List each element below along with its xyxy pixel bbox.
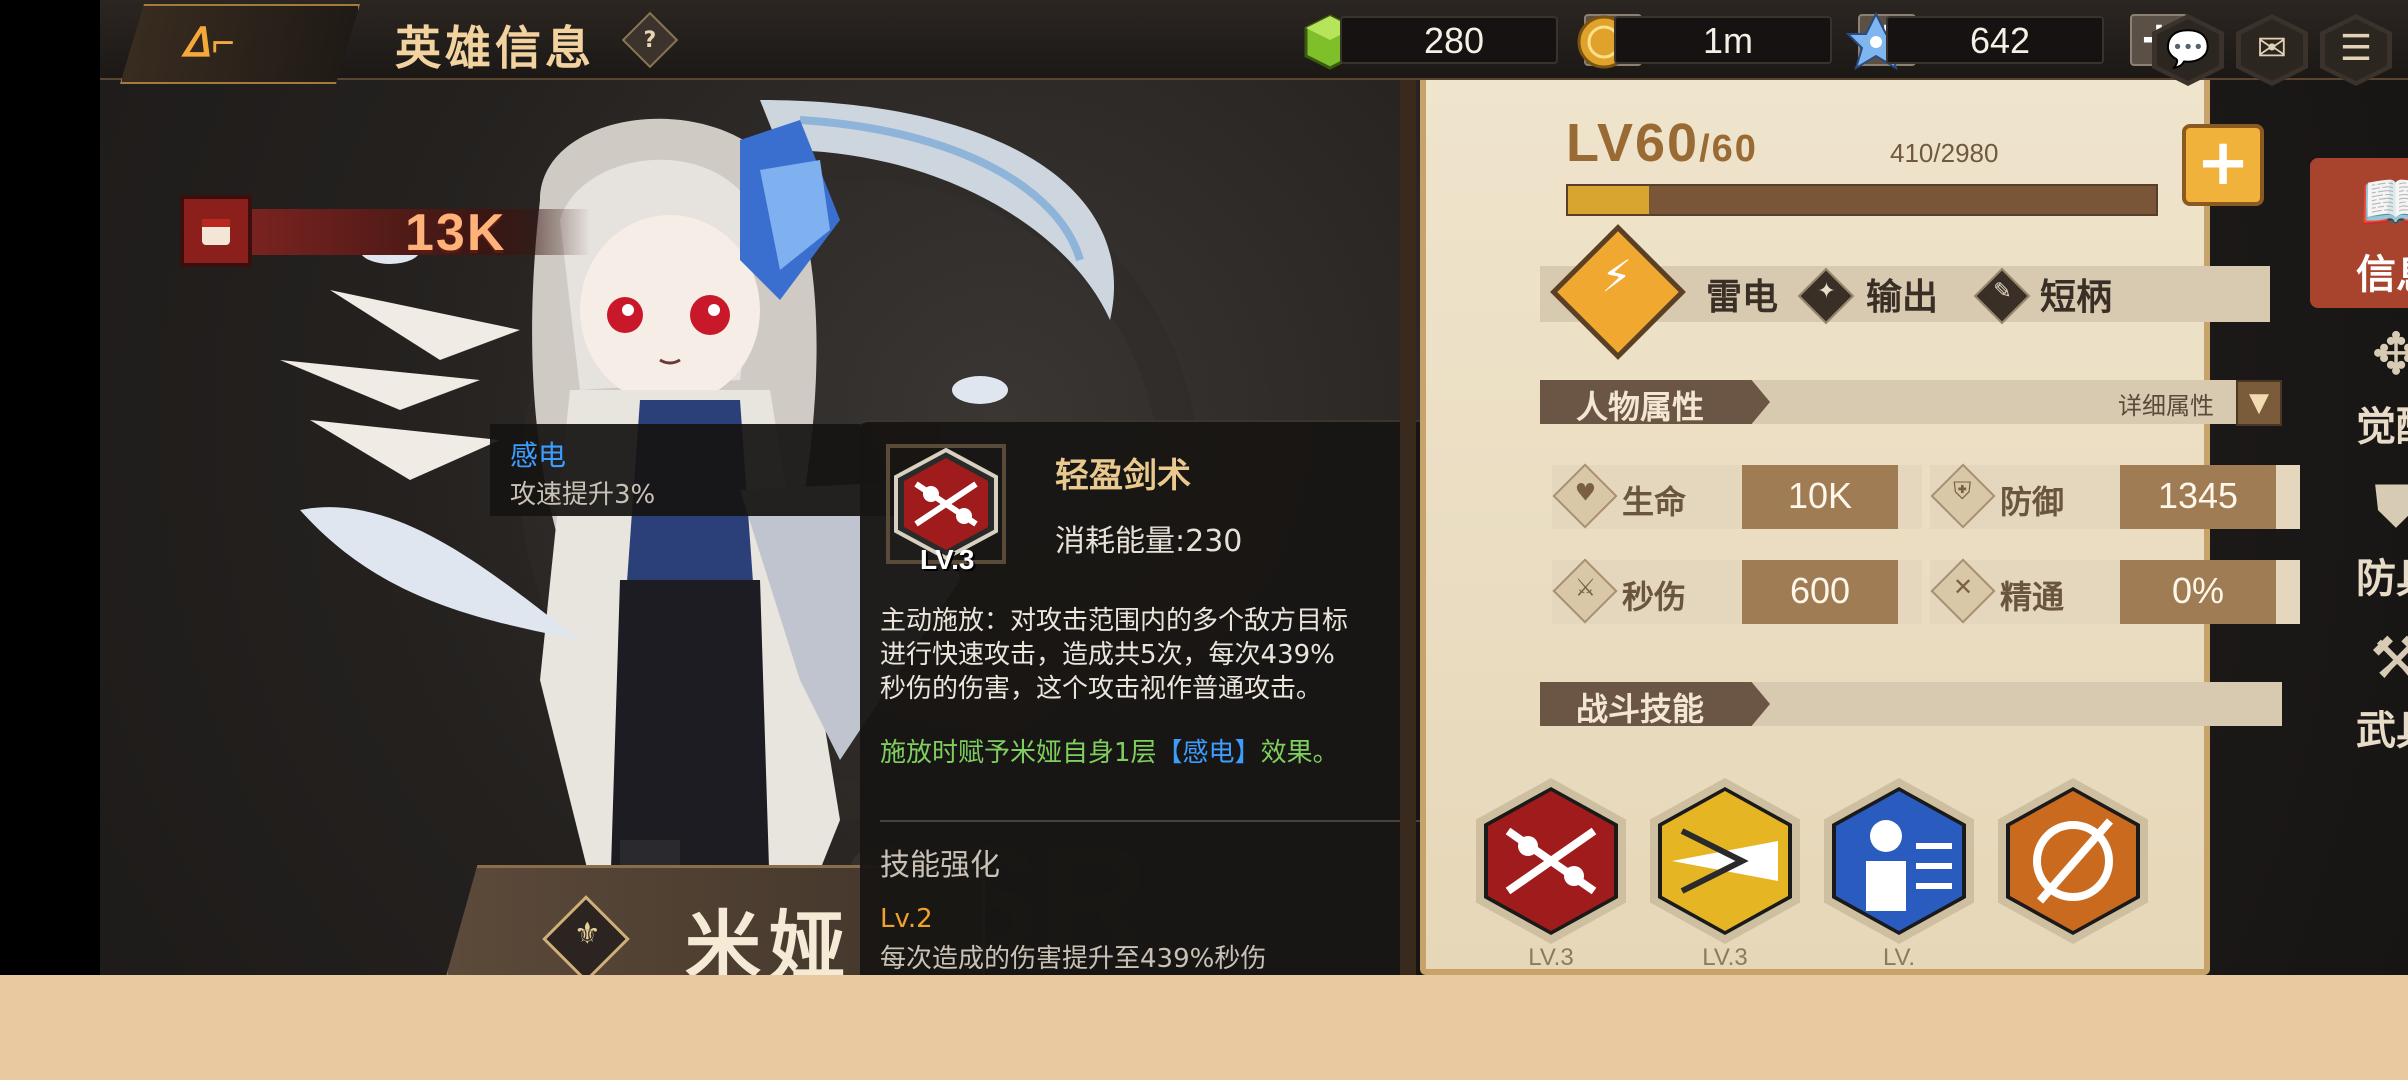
tag-weapon: 短柄 — [2040, 277, 2113, 318]
stat-mastery: ✕ 精通 0% — [1930, 558, 2300, 624]
exp-bar-fill — [1568, 186, 1649, 214]
detail-attributes-link[interactable]: 详细属性 — [2118, 386, 2214, 421]
combat-power-value: 13K — [405, 204, 507, 262]
stat-hp-value-box: 10K — [1742, 465, 1898, 529]
currency-gold-value: 1m — [1702, 20, 1753, 61]
buff-name: 感电 — [510, 439, 567, 472]
skill-slot-3[interactable]: LV. — [1824, 778, 1974, 971]
skill-extra-text: 施放时赋予米娅自身1层 — [880, 738, 1157, 768]
help-icon[interactable]: ? — [621, 11, 679, 69]
stat-mastery-value-box: 0% — [2120, 560, 2276, 624]
skill-description: 主动施放：对攻击范围内的多个敌方目标进行快速攻击，造成共5次，每次439%秒伤的… — [880, 606, 1349, 704]
skill-enhancement-title: 技能强化 — [880, 848, 1000, 883]
attributes-title: 人物属性 — [1576, 388, 1705, 426]
currency-crystal-value: 642 — [1969, 20, 2031, 61]
skills-title: 战斗技能 — [1576, 690, 1705, 728]
chat-icon: 💬 — [2165, 29, 2211, 70]
hero-level-max: /60 — [1699, 128, 1758, 170]
skill-extra-effect: 施放时赋予米娅自身1层【感电】效果。 — [880, 736, 1360, 770]
skill-slot-3-level: LV. — [1882, 944, 1916, 971]
stat-hp-label: 生命 — [1622, 483, 1687, 521]
tab-armor-label: 防具 — [2356, 556, 2408, 602]
stat-dps-value: 600 — [1789, 570, 1851, 611]
tag-role: 输出 — [1866, 277, 1939, 318]
awaken-icon: ✥ — [2371, 320, 2408, 388]
skill-name: 轻盈剑术 — [1055, 456, 1191, 496]
exp-bar — [1566, 184, 2158, 216]
stat-mastery-value: 0% — [2171, 570, 2225, 611]
stat-hp-value: 10K — [1787, 475, 1853, 516]
top-bar: ᐃ⌐ 英雄信息 ? 280 + 1m + 642 + 💬 — [100, 0, 2408, 86]
menu-button[interactable]: ☰ — [2320, 14, 2392, 86]
tab-weapon-label: 武具 — [2356, 708, 2408, 754]
skill-slot-4[interactable] — [1998, 778, 2148, 948]
book-icon: 📖 — [2359, 168, 2408, 236]
stat-dps-label: 秒伤 — [1622, 578, 1687, 616]
stat-defense: ⛨ 防御 1345 — [1930, 463, 2300, 529]
stat-hp: ♥ 生命 10K — [1552, 463, 1922, 529]
hero-name: 米娅 — [685, 902, 853, 975]
skill-tooltip: LV.3 轻盈剑术 消耗能量:230 主动施放：对攻击范围内的多个敌方目标进行快… — [860, 420, 1475, 975]
stat-defense-value: 1345 — [2157, 475, 2239, 516]
mail-button[interactable]: ✉ — [2236, 14, 2308, 86]
exp-text: 410/2980 — [1890, 138, 1999, 168]
buff-description: 攻速提升3% — [510, 480, 656, 510]
game-screen: SSR — [0, 0, 2408, 1080]
skill-extra-text-end: 效果。 — [1260, 738, 1339, 768]
tab-awaken-label: 觉醒 — [2356, 404, 2408, 450]
skill-enhancement-description: 每次造成的伤害提升至439%秒伤 — [880, 944, 1267, 974]
currency-crystal: 642 + — [1846, 12, 2196, 71]
skill-level: LV.3 — [920, 544, 975, 575]
tag-element: 雷电 — [1706, 277, 1779, 318]
weapon-icon: ⚒ — [2370, 624, 2408, 692]
stat-defense-label: 防御 — [2000, 483, 2065, 521]
game-logo-icon: ᐃ⌐ — [182, 21, 237, 65]
page-title: 英雄信息 — [395, 21, 595, 75]
stat-dps: ⚔ 秒伤 600 — [1552, 558, 1922, 624]
fist-icon — [180, 195, 252, 267]
skill-energy-cost: 消耗能量:230 — [1055, 524, 1243, 559]
hero-level: LV60/60 — [1566, 112, 1758, 174]
dash-figure-icon — [1836, 791, 1962, 931]
skill-slot-1-level: LV.3 — [1528, 944, 1574, 971]
mail-icon: ✉ — [2256, 28, 2288, 69]
help-icon-glyph: ? — [643, 27, 657, 53]
skill-divider — [880, 820, 1440, 822]
combat-power-badge: 13K — [180, 195, 600, 275]
skill-slot-2-level: LV.3 — [1702, 944, 1748, 971]
skill-enhancement-level: Lv.2 — [880, 904, 933, 934]
skill-slot-1[interactable]: LV.3 — [1476, 778, 1626, 971]
stat-dps-value-box: 600 — [1742, 560, 1898, 624]
tab-weapon[interactable]: ⚒ 武具 — [2310, 614, 2408, 764]
tab-info-label: 信息 — [2356, 252, 2408, 298]
back-button[interactable]: ᐃ⌐ — [120, 4, 360, 84]
armor-icon: ⛊ — [2374, 472, 2408, 540]
game-viewport: SSR — [100, 0, 2408, 975]
crossed-blades-icon — [2010, 791, 2136, 931]
golden-blade-icon — [1662, 791, 1788, 931]
lightning-slash-icon — [1488, 791, 1614, 931]
stat-defense-value-box: 1345 — [2120, 465, 2276, 529]
tab-info[interactable]: 📖 信息 — [2310, 158, 2408, 308]
stat-mastery-label: 精通 — [2000, 578, 2065, 616]
skill-extra-highlight: 【感电】 — [1156, 738, 1261, 768]
menu-icon: ☰ — [2339, 28, 2373, 69]
skill-slot-2[interactable]: LV.3 — [1650, 778, 1800, 971]
detail-attributes-dropdown[interactable]: ▼ — [2236, 380, 2282, 426]
currency-cube-value: 280 — [1423, 20, 1485, 61]
tab-armor[interactable]: ⛊ 防具 — [2310, 462, 2408, 612]
hero-level-value: LV60 — [1566, 113, 1700, 173]
tab-awaken[interactable]: ✥ 觉醒 — [2310, 310, 2408, 460]
level-up-button[interactable]: + — [2182, 124, 2264, 206]
bottom-letterbox — [0, 975, 2408, 1080]
